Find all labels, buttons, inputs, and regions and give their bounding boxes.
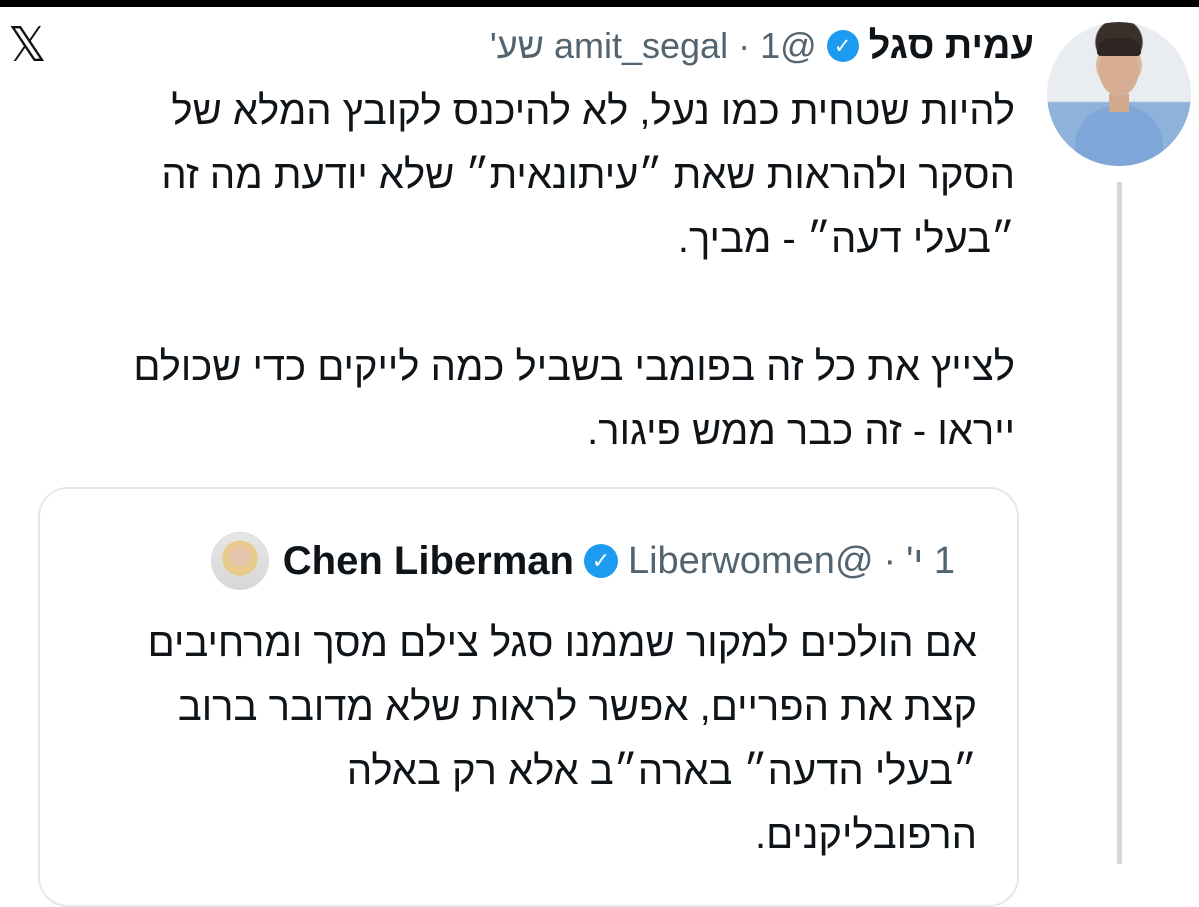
quoted-verified-icon: ✓ bbox=[583, 544, 618, 578]
x-logo-icon[interactable]: 𝕏 bbox=[8, 21, 47, 69]
quoted-tweet-header: 1 י' · @Liberwomen ✓ Chen Liberman bbox=[210, 532, 955, 590]
author-name[interactable]: עמית סגל bbox=[869, 25, 1034, 68]
verified-icon: ✓ bbox=[826, 30, 859, 62]
quoted-line: קצת את הפריים, אפשר לראות שלא מדובר ברוב bbox=[177, 685, 977, 729]
quoted-handle[interactable]: @Liberwomen bbox=[628, 540, 874, 583]
top-bar bbox=[0, 0, 1199, 7]
avatar-neck bbox=[1109, 94, 1129, 112]
tweet-line: להיות שטחית כמו נעל, לא להיכנס לקובץ המל… bbox=[171, 89, 1015, 133]
quoted-tweet-card[interactable]: 1 י' · @Liberwomen ✓ Chen Liberman אם הו… bbox=[38, 487, 1019, 907]
quoted-line: הרפובליקנים. bbox=[754, 813, 977, 857]
meta-separator: · bbox=[738, 25, 751, 66]
quoted-author-name[interactable]: Chen Liberman bbox=[283, 539, 574, 584]
tweet-line: ייראו - זה כבר ממש פיגור. bbox=[587, 409, 1015, 453]
quoted-line: ״בעלי הדעה״ בארה״ב אלא רק באלה bbox=[346, 749, 977, 793]
tweet-header: עמית סגל ✓ @amit_segal · 1 שע' bbox=[490, 19, 1034, 73]
quoted-separator: · bbox=[883, 539, 897, 582]
avatar-hair bbox=[1097, 38, 1141, 56]
author-meta: @amit_segal · 1 שע' bbox=[490, 25, 817, 67]
quoted-tweet-text: אם הולכים למקור שממנו סגל צילם מסך ומרחי… bbox=[57, 611, 977, 867]
quoted-time[interactable]: 1 י' bbox=[906, 540, 955, 583]
author-avatar[interactable] bbox=[1047, 22, 1191, 166]
thread-line bbox=[1117, 182, 1122, 864]
tweet-line: הסקר ולהראות שאת ״עיתונאית״ שלא יודעת מה… bbox=[161, 153, 1015, 197]
tweet-line: ״בעלי דעה״ - מביך. bbox=[677, 217, 1015, 261]
tweet-line: לצייץ את כל זה בפומבי בשביל כמה לייקים כ… bbox=[133, 345, 1015, 389]
quoted-line: אם הולכים למקור שממנו סגל צילם מסך ומרחי… bbox=[147, 621, 977, 665]
tweet-text: להיות שטחית כמו נעל, לא להיכנס לקובץ המל… bbox=[45, 79, 1015, 463]
avatar-shirt bbox=[1075, 106, 1163, 166]
quoted-author-avatar[interactable] bbox=[210, 532, 269, 590]
